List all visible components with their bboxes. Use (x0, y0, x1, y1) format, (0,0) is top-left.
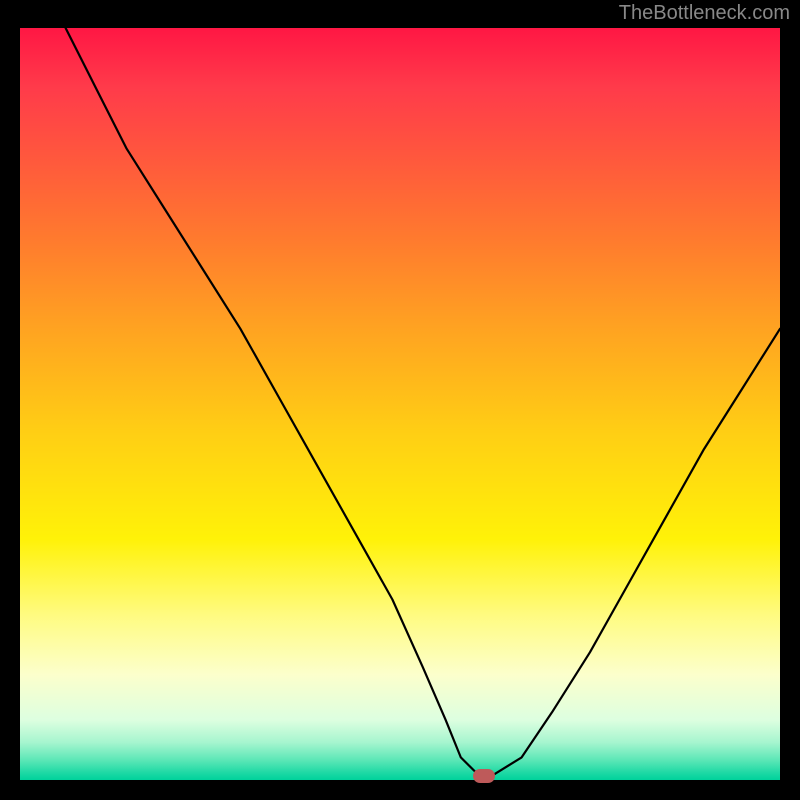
bottleneck-curve-path (66, 28, 780, 776)
chart-container: TheBottleneck.com (0, 0, 800, 800)
watermark-text: TheBottleneck.com (619, 2, 790, 25)
optimal-point-marker (473, 769, 495, 783)
plot-area (20, 28, 780, 780)
curve-svg (20, 28, 780, 780)
